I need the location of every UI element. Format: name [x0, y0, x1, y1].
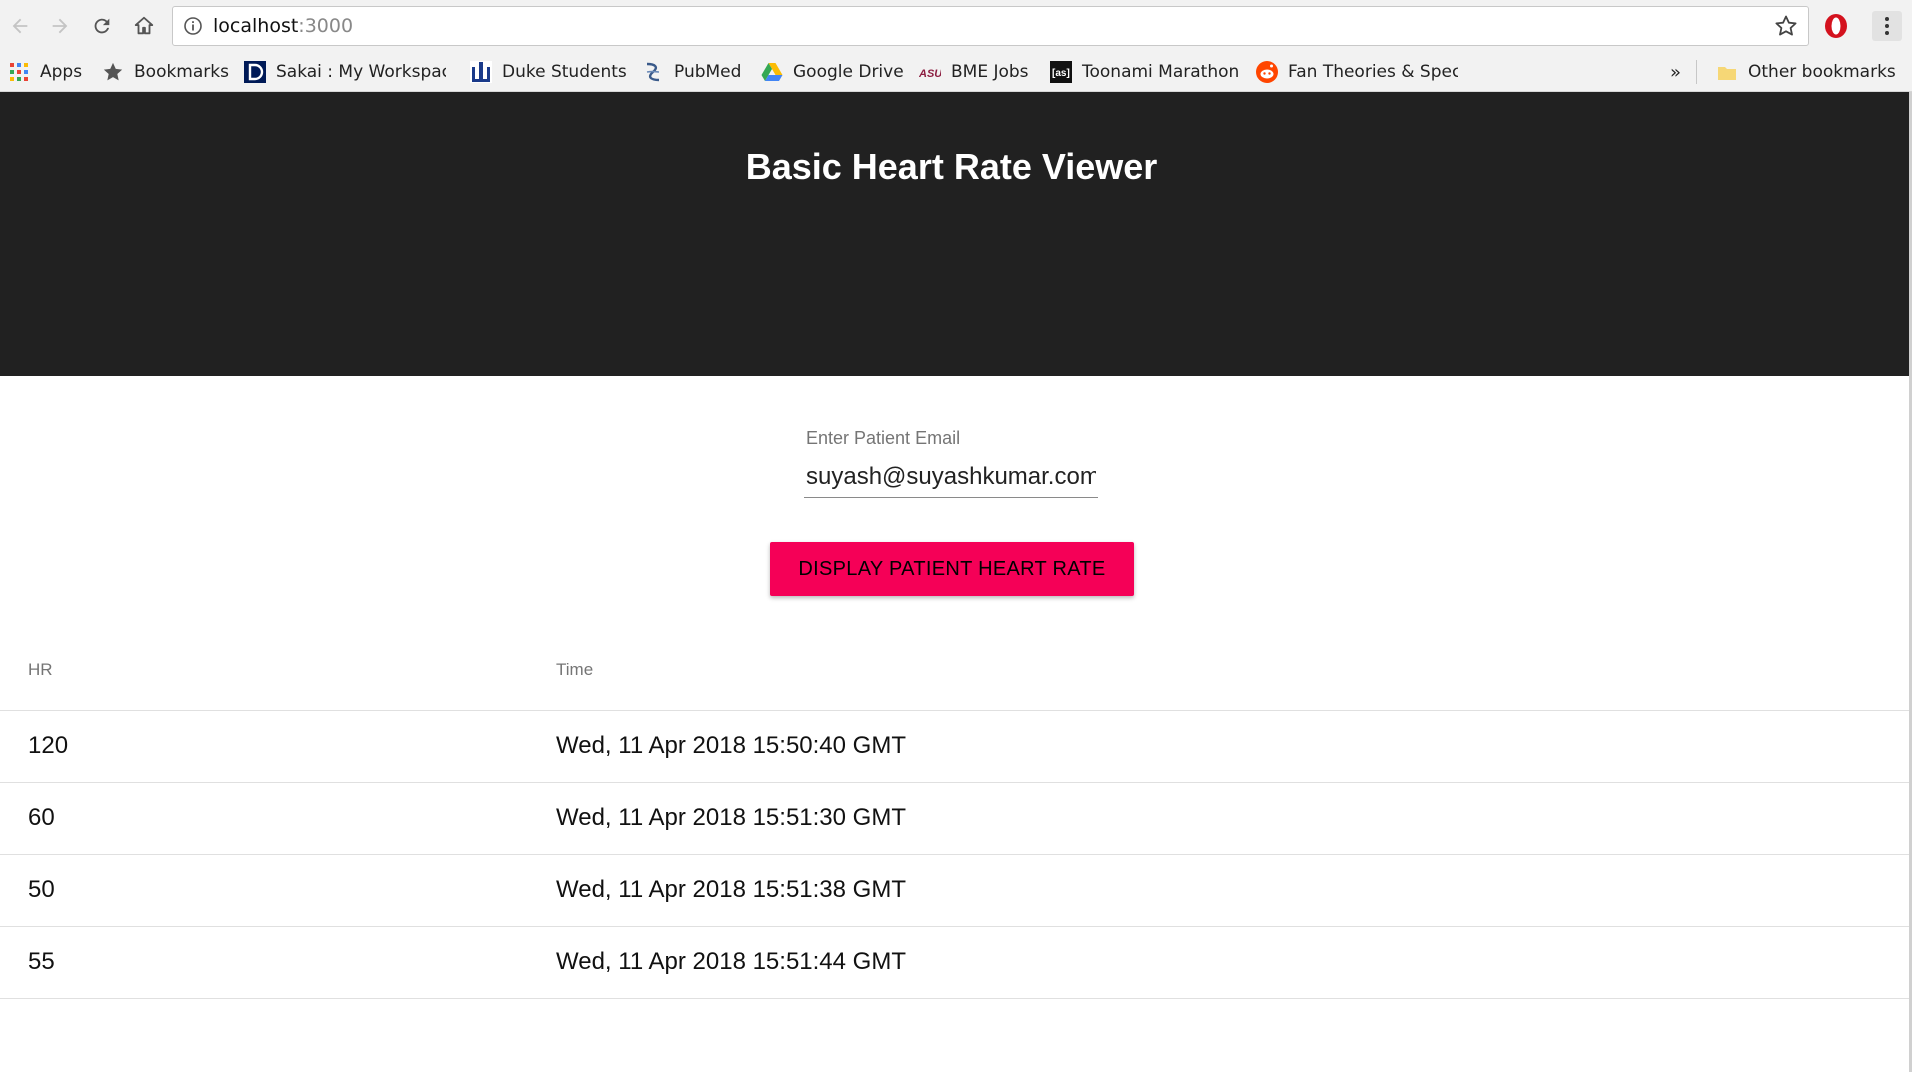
bookmarks-overflow-button[interactable]: »	[1670, 52, 1681, 92]
bookmark-star-icon[interactable]	[1774, 14, 1798, 38]
google-drive-icon	[761, 61, 783, 83]
home-button[interactable]	[130, 12, 158, 40]
bookmark-label: Google Drive	[793, 62, 904, 82]
bookmark-sakai[interactable]: Sakai : My Workspace	[244, 52, 446, 92]
duke-d-icon	[244, 61, 266, 83]
forward-button[interactable]	[46, 12, 74, 40]
bookmark-apps[interactable]: Apps	[8, 52, 82, 92]
browser-menu-button[interactable]	[1872, 11, 1902, 41]
bookmark-other-bookmarks[interactable]: Other bookmarks	[1716, 52, 1896, 92]
back-arrow-icon	[12, 18, 28, 34]
info-icon[interactable]	[183, 16, 203, 36]
bookmark-bookmarks[interactable]: Bookmarks	[102, 52, 229, 92]
opera-extension-icon[interactable]	[1823, 13, 1849, 39]
overflow-chevron-icon: »	[1670, 61, 1682, 83]
reload-button[interactable]	[88, 12, 116, 40]
folder-icon	[1716, 61, 1738, 83]
bookmarks-divider	[1696, 60, 1697, 84]
url-text: localhost:3000	[213, 15, 353, 37]
bookmark-label: Duke Students	[502, 62, 627, 82]
browser-toolbar: localhost:3000	[0, 0, 1912, 52]
column-header-hr: HR	[0, 630, 528, 711]
bookmark-label: BME Jobs	[951, 62, 1029, 82]
url-port: :3000	[298, 15, 354, 37]
back-button[interactable]	[6, 12, 34, 40]
hr-cell: 120	[0, 710, 528, 783]
time-cell: Wed, 11 Apr 2018 15:50:40 GMT	[528, 710, 1909, 783]
hr-cell: 55	[0, 926, 528, 999]
forward-arrow-icon	[52, 18, 68, 34]
reddit-icon	[1256, 61, 1278, 83]
hr-cell: 50	[0, 854, 528, 927]
svg-text:[as]: [as]	[1052, 68, 1070, 79]
app-title: Basic Heart Rate Viewer	[745, 146, 1158, 187]
table-row: 60 Wed, 11 Apr 2018 15:51:30 GMT	[0, 782, 1909, 855]
hr-cell: 60	[0, 782, 528, 855]
patient-email-input[interactable]	[804, 456, 1098, 498]
bookmark-duke-students[interactable]: Duke Students	[470, 52, 627, 92]
table-row: 55 Wed, 11 Apr 2018 15:51:44 GMT	[0, 926, 1909, 999]
table-row: 120 Wed, 11 Apr 2018 15:50:40 GMT	[0, 710, 1909, 783]
apps-grid-icon	[8, 61, 30, 83]
bookmark-google-drive[interactable]: Google Drive	[761, 52, 904, 92]
duke-chapel-icon	[470, 61, 492, 83]
bookmark-label: PubMed	[674, 62, 742, 82]
table-row: 50 Wed, 11 Apr 2018 15:51:38 GMT	[0, 854, 1909, 927]
bookmark-label: Bookmarks	[134, 62, 229, 82]
bookmark-label: Apps	[40, 62, 83, 82]
bookmark-toonami[interactable]: [as] Toonami Marathon	[1050, 52, 1239, 92]
star-icon	[102, 61, 124, 83]
table-header-row: HR Time	[0, 630, 1909, 711]
time-cell: Wed, 11 Apr 2018 15:51:44 GMT	[528, 926, 1909, 999]
adult-swim-icon: [as]	[1050, 61, 1072, 83]
bookmark-pubmed[interactable]: PubMed	[642, 52, 741, 92]
heart-rate-table: HR Time 120 Wed, 11 Apr 2018 15:50:40 GM…	[0, 630, 1909, 999]
url-host: localhost	[213, 15, 299, 37]
time-cell: Wed, 11 Apr 2018 15:51:30 GMT	[528, 782, 1909, 855]
bookmark-label: Toonami Marathon	[1082, 62, 1240, 82]
reload-icon	[94, 18, 110, 34]
svg-text:ASU: ASU	[919, 68, 941, 80]
display-heart-rate-button[interactable]: DISPLAY PATIENT HEART RATE	[770, 542, 1134, 596]
time-cell: Wed, 11 Apr 2018 15:51:38 GMT	[528, 854, 1909, 927]
bookmark-label: Fan Theories & Specu	[1288, 62, 1458, 82]
address-bar[interactable]: localhost:3000	[172, 6, 1809, 46]
column-header-time: Time	[528, 630, 1909, 711]
pubmed-icon	[642, 61, 664, 83]
bookmark-bme-jobs[interactable]: ASU BME Jobs	[919, 52, 1029, 92]
email-field-label: Enter Patient Email	[806, 428, 961, 448]
bookmarks-bar: Apps Bookmarks Sakai : My Workspace Duke…	[0, 52, 1912, 92]
app-header: Basic Heart Rate Viewer	[0, 92, 1909, 376]
bookmark-fan-theories[interactable]: Fan Theories & Specu	[1256, 52, 1458, 92]
asu-icon: ASU	[919, 61, 941, 83]
bookmark-label: Sakai : My Workspace	[276, 62, 446, 82]
home-icon	[134, 16, 154, 35]
bookmark-label: Other bookmarks	[1748, 62, 1896, 82]
